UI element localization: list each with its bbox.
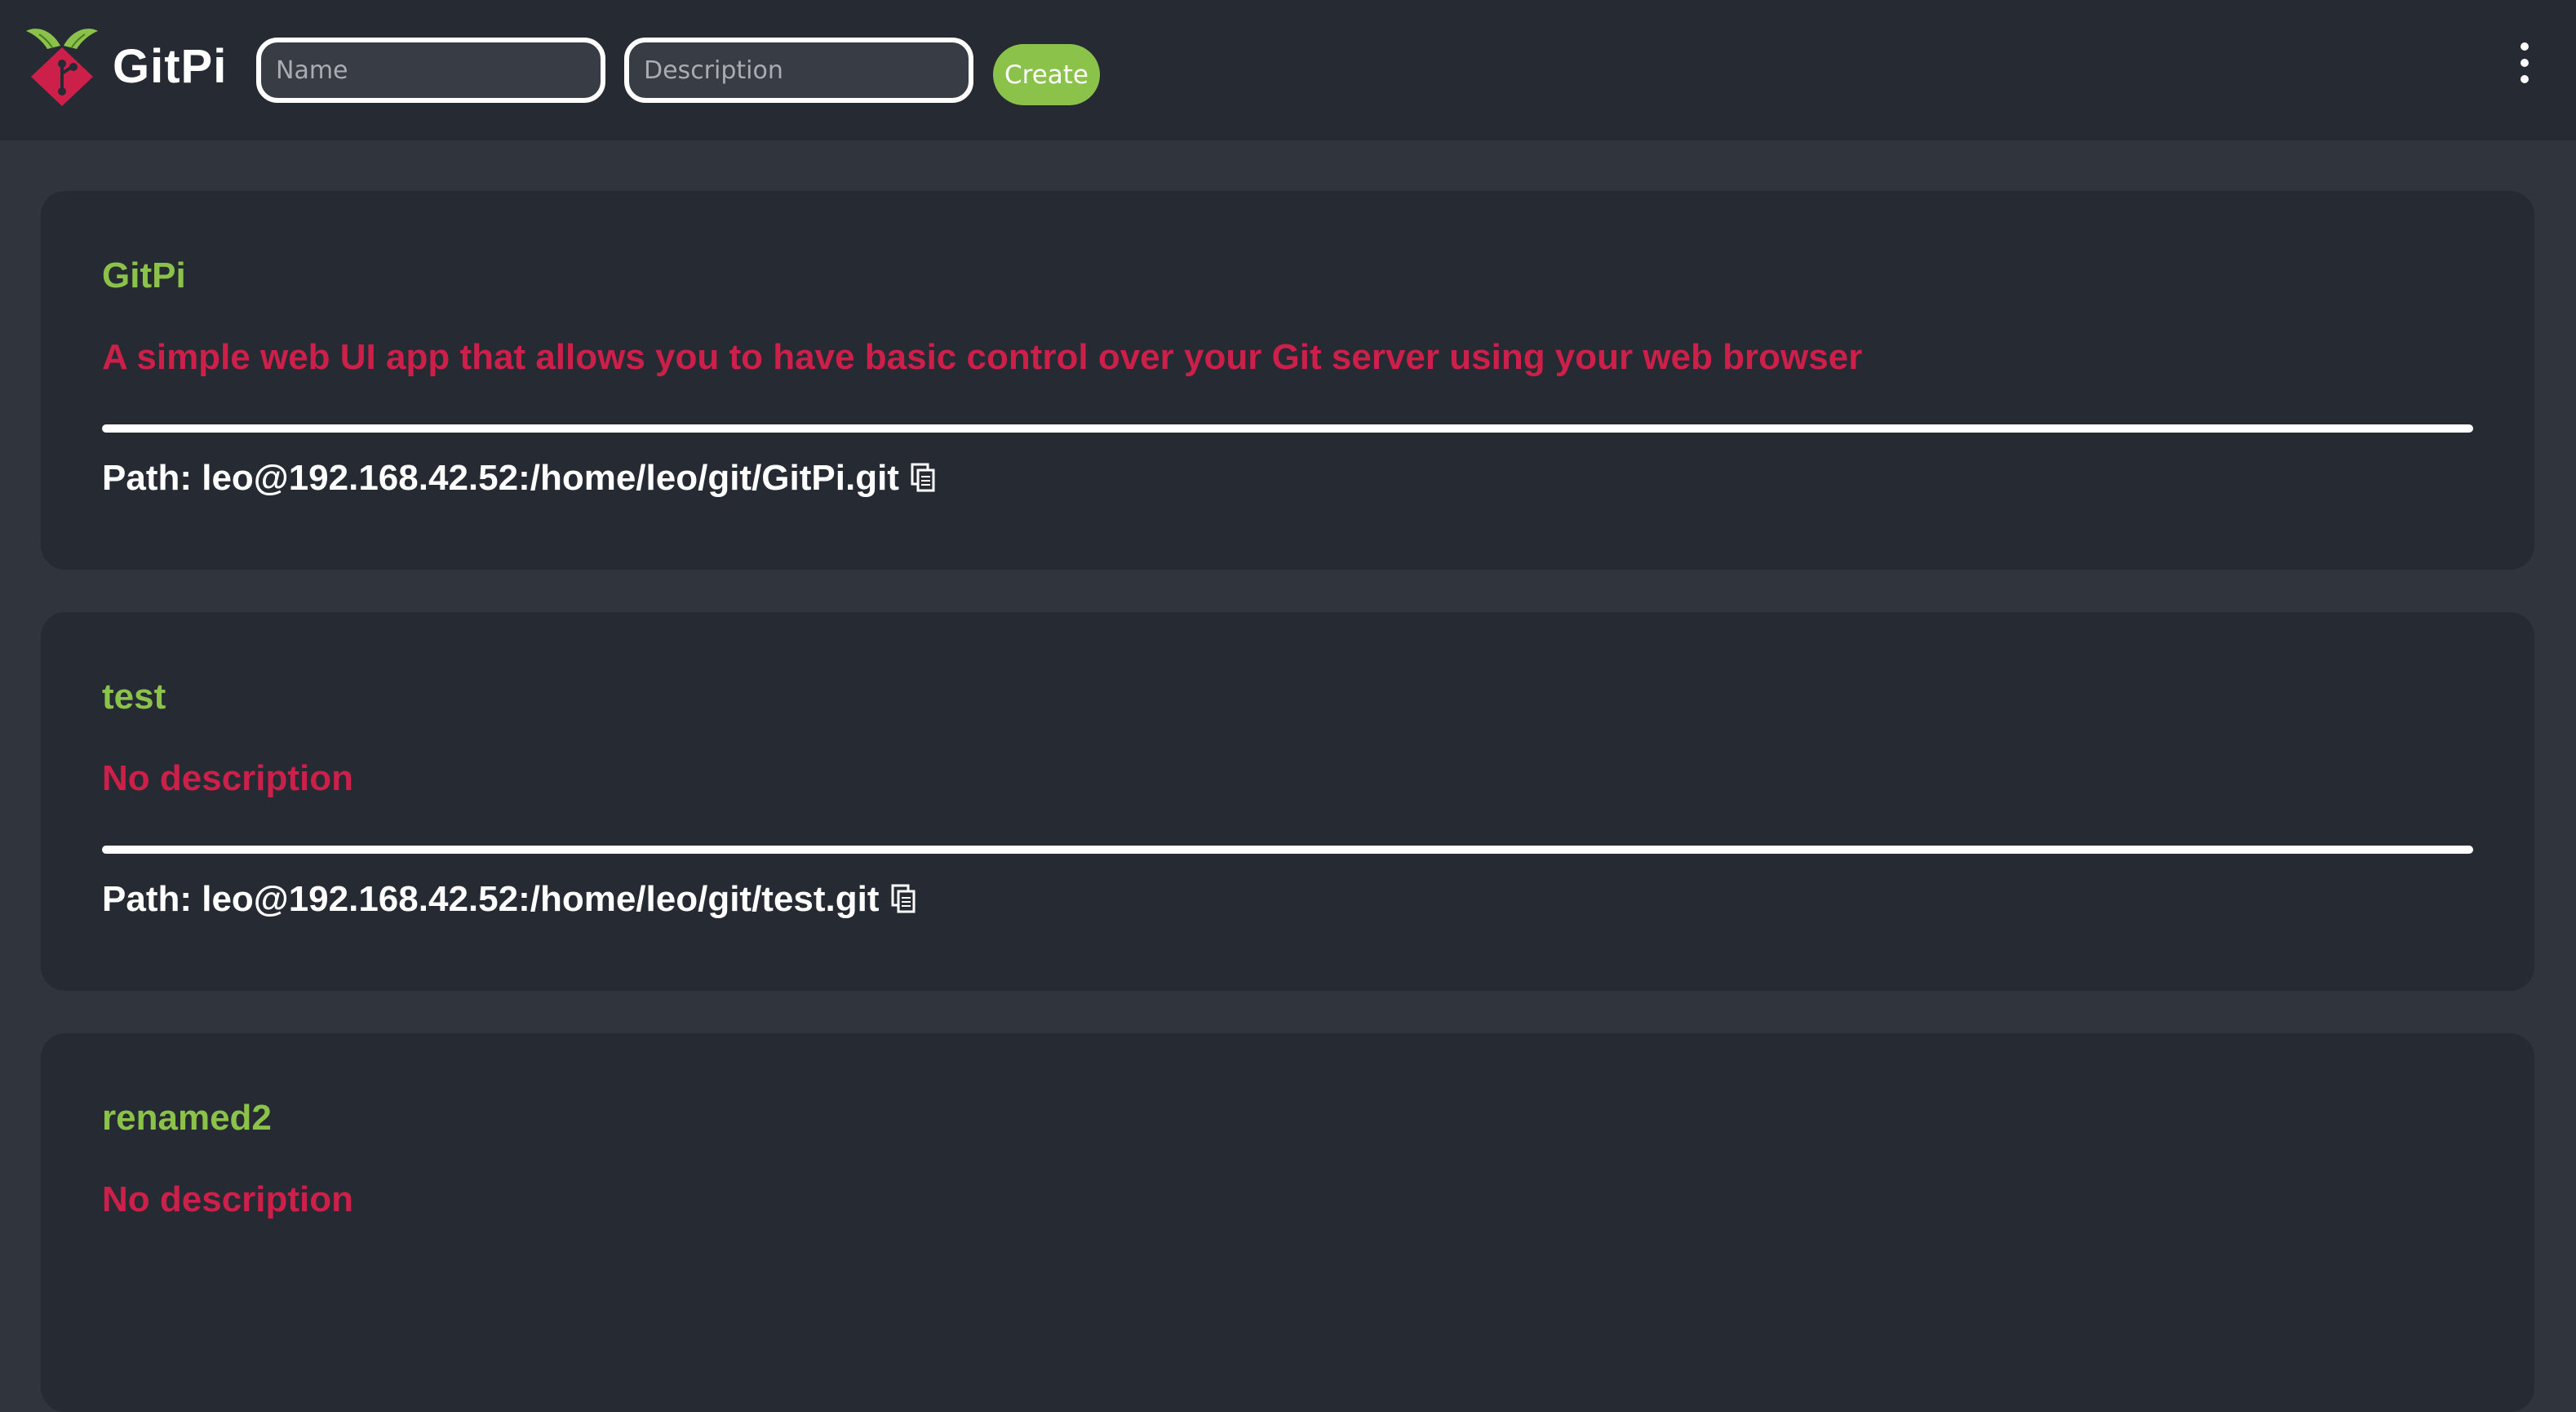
repo-card: GitPi A simple web UI app that allows yo…: [41, 191, 2534, 570]
repo-name: renamed2: [102, 1098, 272, 1138]
repo-name: GitPi: [102, 255, 186, 295]
repo-name: test: [102, 677, 166, 717]
divider: [102, 846, 2473, 854]
repo-card: test No description Path: leo@192.168.42…: [41, 612, 2534, 991]
repo-description: No description: [102, 1179, 354, 1219]
repo-path-row: Path: leo@192.168.42.52:/home/leo/git/te…: [102, 877, 916, 922]
app-title: GitPi: [113, 40, 228, 93]
top-bar: GitPi Create: [0, 0, 2576, 140]
more-menu-button[interactable]: [2505, 36, 2544, 90]
repo-description: A simple web UI app that allows you to h…: [102, 337, 1863, 377]
repo-path: Path: leo@192.168.42.52:/home/leo/git/Gi…: [102, 458, 899, 498]
copy-icon[interactable]: [891, 884, 916, 913]
repo-description-input[interactable]: [624, 38, 973, 103]
repo-name-input[interactable]: [256, 38, 605, 103]
repo-card: renamed2 No description: [41, 1033, 2534, 1412]
repo-description: No description: [102, 758, 354, 798]
create-button[interactable]: Create: [993, 44, 1100, 105]
raspberry-git-logo-icon: [26, 29, 98, 106]
repo-path-row: Path: leo@192.168.42.52:/home/leo/git/Gi…: [102, 455, 935, 501]
copy-icon[interactable]: [911, 463, 935, 492]
repo-path: Path: leo@192.168.42.52:/home/leo/git/te…: [102, 879, 880, 919]
divider: [102, 424, 2473, 433]
